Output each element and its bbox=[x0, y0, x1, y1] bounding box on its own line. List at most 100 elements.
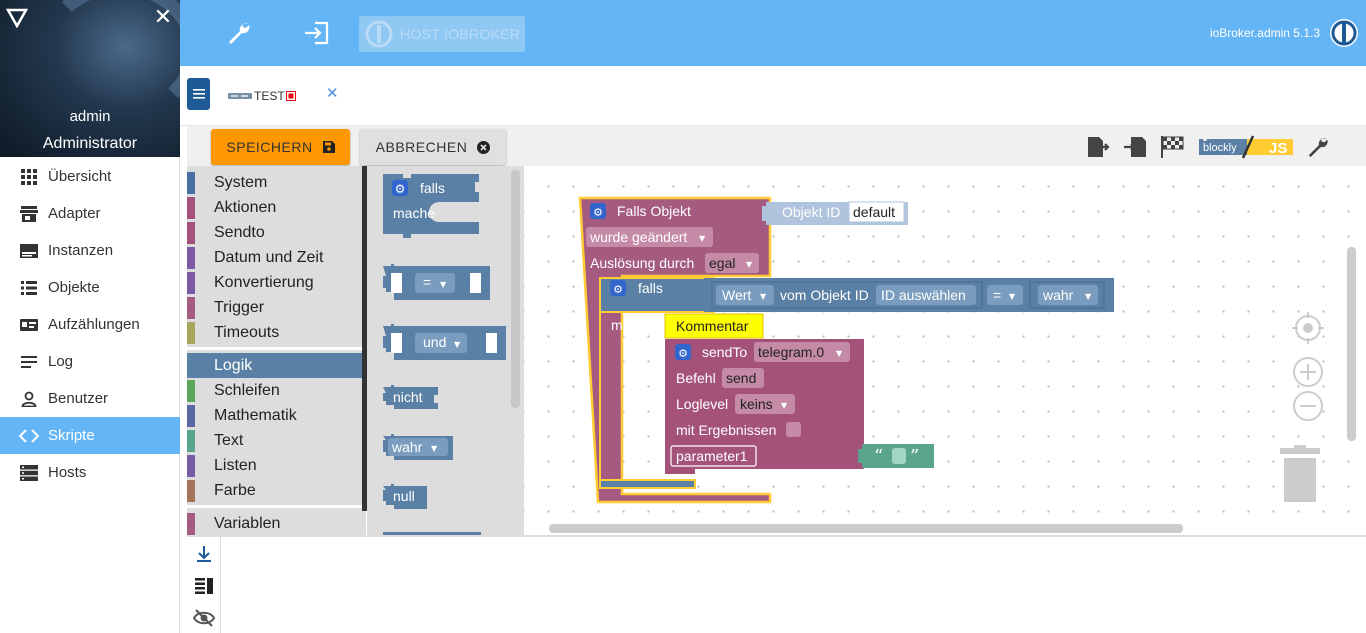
text-value-field[interactable] bbox=[892, 448, 906, 464]
svg-text:▼: ▼ bbox=[781, 401, 788, 410]
sidebar-item-label: Skripte bbox=[48, 427, 95, 444]
flyout-and-block[interactable]: und ▼ bbox=[383, 324, 506, 360]
flyout-null-label: null bbox=[393, 488, 415, 504]
blockly-to-js-button[interactable]: blockly JS bbox=[1195, 134, 1295, 160]
svg-text:”: ” bbox=[910, 446, 919, 467]
category-text[interactable]: Text bbox=[187, 428, 362, 453]
comment-block[interactable]: Kommentar bbox=[664, 313, 764, 339]
sendto-block[interactable]: ⚙ sendTo telegram.0 ▼ Befehl send Loglev… bbox=[665, 339, 864, 474]
category-trigger[interactable]: Trigger bbox=[187, 295, 362, 320]
category-konvertierung[interactable]: Konvertierung bbox=[187, 270, 362, 295]
object-id-block[interactable]: Objekt ID default bbox=[762, 201, 908, 225]
checkered-flag-icon[interactable] bbox=[1159, 134, 1185, 160]
js-label: JS bbox=[1269, 140, 1287, 157]
parameter-label: parameter1 bbox=[676, 448, 748, 464]
category-logik[interactable]: Logik bbox=[187, 353, 362, 378]
version-label: ioBroker.admin 5.1.3 bbox=[1209, 26, 1320, 40]
host-label: HOST IOBROKER bbox=[400, 26, 521, 42]
category-aktionen[interactable]: Aktionen bbox=[187, 195, 362, 220]
top-bar: HOST IOBROKER ioBroker.admin 5.1.3 bbox=[180, 0, 1366, 66]
stopped-icon bbox=[285, 91, 296, 101]
sidebar-item-adapter[interactable]: Adapter bbox=[0, 195, 180, 232]
svg-text:⚙: ⚙ bbox=[395, 182, 406, 196]
user-name: admin bbox=[69, 108, 111, 125]
workspace-horizontal-scrollbar[interactable] bbox=[549, 524, 1183, 533]
blockly-script-icon bbox=[228, 93, 252, 99]
code-icon bbox=[19, 427, 39, 445]
log-lines-icon bbox=[19, 353, 39, 371]
svg-text:▼: ▼ bbox=[1085, 292, 1092, 301]
eye-off-icon[interactable] bbox=[191, 605, 217, 631]
svg-text:▼: ▼ bbox=[454, 340, 461, 349]
comment-text: Kommentar bbox=[676, 318, 749, 334]
op-value: = bbox=[993, 287, 1001, 303]
login-icon[interactable] bbox=[299, 16, 333, 50]
flyout-true-label: wahr bbox=[391, 439, 423, 455]
zoom-out-icon[interactable] bbox=[1293, 391, 1323, 421]
category-system[interactable]: System bbox=[187, 170, 362, 195]
store-icon bbox=[19, 205, 39, 223]
layout-icon[interactable] bbox=[191, 573, 217, 599]
category-listen[interactable]: Listen bbox=[187, 453, 362, 478]
category-mathematik[interactable]: Mathematik bbox=[187, 403, 362, 428]
flyout-scrollbar[interactable] bbox=[511, 170, 520, 408]
compare-value: wahr bbox=[1042, 287, 1074, 303]
command-value: send bbox=[726, 370, 756, 386]
workspace-vertical-scrollbar[interactable] bbox=[1347, 247, 1356, 441]
comparison-block[interactable]: Wert ▼ vom Objekt ID ID auswählen = ▼ wa… bbox=[704, 278, 1114, 312]
badge-icon bbox=[19, 316, 39, 334]
flyout-compare-block[interactable]: = ▼ bbox=[383, 264, 490, 300]
save-button[interactable]: SPEICHERN bbox=[211, 129, 350, 165]
category-schleifen[interactable]: Schleifen bbox=[187, 378, 362, 403]
do-label: mache bbox=[611, 317, 653, 333]
category-sendto[interactable]: Sendto bbox=[187, 220, 362, 245]
category-timeouts[interactable]: Timeouts bbox=[187, 320, 362, 345]
tab-test[interactable]: TEST bbox=[228, 86, 296, 106]
zoom-in-icon[interactable] bbox=[1293, 357, 1323, 387]
results-checkbox[interactable] bbox=[786, 422, 801, 437]
sidebar-item-objekte[interactable]: Objekte bbox=[0, 269, 180, 306]
flyout-not-block[interactable]: nicht bbox=[383, 385, 438, 409]
sidebar-item-log[interactable]: Log bbox=[0, 343, 180, 380]
save-label: SPEICHERN bbox=[226, 139, 313, 155]
sidebar-item-benutzer[interactable]: Benutzer bbox=[0, 380, 180, 417]
sidebar-item-instanzen[interactable]: Instanzen bbox=[0, 232, 180, 269]
drawer-toggle-icon[interactable] bbox=[6, 8, 28, 28]
export-icon[interactable] bbox=[1085, 134, 1111, 160]
flyout-if-label: falls bbox=[420, 180, 445, 196]
category-label: Mathematik bbox=[214, 406, 297, 424]
sidebar-item-label: Adapter bbox=[48, 205, 101, 222]
svg-text:“: “ bbox=[874, 446, 883, 467]
text-block[interactable]: “ ” bbox=[858, 444, 934, 468]
instances-icon bbox=[19, 242, 39, 260]
sidebar-item-label: Log bbox=[48, 353, 74, 370]
flyout-if-block[interactable]: ⚙ falls mache bbox=[383, 174, 479, 238]
wrench-icon[interactable] bbox=[222, 16, 256, 50]
editor-toolbar: SPEICHERN ABBRECHEN blockly JS bbox=[187, 126, 1366, 166]
category-label: Listen bbox=[214, 456, 257, 474]
wrench-icon[interactable] bbox=[1305, 134, 1331, 160]
sidebar-item-uebersicht[interactable]: Übersicht bbox=[0, 158, 180, 195]
category-variablen[interactable]: Variablen bbox=[187, 511, 362, 536]
cancel-button[interactable]: ABBRECHEN bbox=[360, 129, 506, 165]
target-icon[interactable] bbox=[1292, 312, 1324, 344]
sidebar-item-skripte[interactable]: Skripte bbox=[0, 417, 180, 454]
host-selector-button[interactable]: HOST IOBROKER bbox=[359, 16, 525, 52]
blockly-workspace[interactable]: ⚙ Falls Objekt wurde geändert ▼ Auslösun… bbox=[524, 166, 1366, 535]
flyout-true-block[interactable]: wahr ▼ bbox=[383, 434, 453, 460]
sidebar-item-hosts[interactable]: Hosts bbox=[0, 454, 180, 491]
iobroker-logo-icon[interactable] bbox=[1328, 17, 1360, 49]
loglevel-value: keins bbox=[740, 396, 773, 412]
close-icon[interactable]: ✕ bbox=[152, 6, 174, 28]
scroll-down-icon[interactable] bbox=[191, 541, 217, 567]
flyout-null-block[interactable]: null bbox=[383, 484, 427, 509]
category-datum-und-zeit[interactable]: Datum und Zeit bbox=[187, 245, 362, 270]
cancel-circle-icon bbox=[477, 140, 491, 154]
server-icon bbox=[19, 464, 39, 482]
sidebar-item-aufzaehlungen[interactable]: Aufzählungen bbox=[0, 306, 180, 343]
menu-icon[interactable] bbox=[187, 78, 210, 110]
import-icon[interactable] bbox=[1122, 134, 1148, 160]
category-farbe[interactable]: Farbe bbox=[187, 478, 362, 503]
close-icon[interactable]: ✕ bbox=[326, 84, 339, 102]
trash-icon[interactable] bbox=[1280, 445, 1320, 502]
